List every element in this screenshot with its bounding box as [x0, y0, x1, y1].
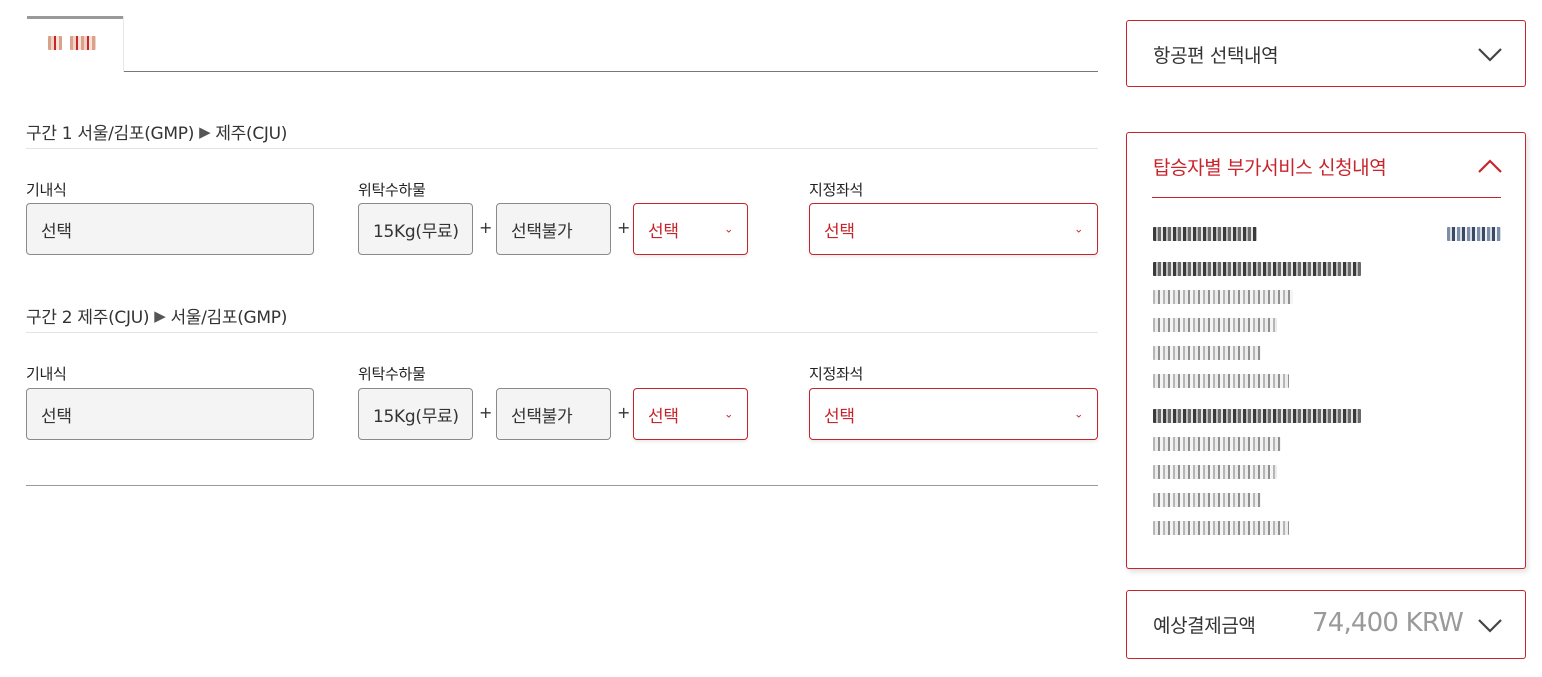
tab-active-indicator [27, 16, 124, 19]
meal-label: 기내식 [26, 365, 67, 383]
baggage-extra-value: 선택 [648, 406, 679, 427]
redacted-passenger-name [1153, 227, 1257, 241]
segment-1-origin: 구간 1 서울/김포(GMP) [26, 124, 195, 144]
segment-2-origin: 구간 2 제주(CJU) [26, 308, 150, 328]
baggage-free-allowance: 15Kg(무료) [358, 203, 473, 255]
addon-title-divider [1152, 197, 1501, 198]
tab-passenger[interactable] [48, 33, 96, 53]
redacted-service-item [1153, 290, 1293, 304]
seat-select-value: 선택 [824, 221, 855, 242]
redacted-service-item [1153, 493, 1261, 507]
meal-select[interactable]: 선택 [26, 388, 314, 440]
addon-services-title: 탑승자별 부가서비스 신청내역 [1153, 157, 1387, 179]
baggage-unavailable: 선택불가 [496, 203, 611, 255]
redacted-route-1 [1153, 262, 1361, 276]
form-bottom-divider [26, 485, 1098, 486]
plus-sign: + [479, 218, 493, 237]
segment-2-divider [26, 332, 1098, 333]
redacted-service-item [1153, 521, 1289, 535]
chevron-up-icon[interactable] [1477, 153, 1503, 179]
chevron-down-icon[interactable] [1477, 612, 1503, 638]
baggage-unavailable: 선택불가 [496, 388, 611, 440]
meal-select-value: 선택 [41, 221, 72, 242]
caret-down-icon: ⌄ [724, 222, 733, 236]
baggage-free-value: 15Kg(무료) [373, 221, 459, 242]
baggage-label: 위탁수하물 [358, 181, 426, 199]
total-amount-value: 74,400 KRW [1311, 608, 1464, 638]
baggage-extra-select[interactable]: 선택 ⌄ [633, 203, 748, 255]
plus-sign: + [617, 218, 631, 237]
addon-services-panel: 탑승자별 부가서비스 신청내역 [1126, 132, 1526, 569]
redacted-tab-label-part [48, 36, 62, 50]
flight-selection-panel[interactable]: 항공편 선택내역 [1126, 20, 1526, 87]
redacted-service-item [1153, 346, 1261, 360]
redacted-service-item [1153, 437, 1281, 451]
plus-sign: + [617, 403, 631, 422]
caret-down-icon: ⌄ [1074, 407, 1083, 421]
seat-label: 지정좌석 [809, 365, 864, 383]
flight-selection-title: 항공편 선택내역 [1153, 45, 1279, 67]
segment-2-title: 구간 2 제주(CJU) ▶ 서울/김포(GMP) [26, 303, 288, 329]
baggage-free-value: 15Kg(무료) [373, 406, 459, 427]
tab-baseline [124, 71, 1098, 72]
caret-down-icon: ⌄ [1074, 222, 1083, 236]
caret-down-icon: ⌄ [724, 407, 733, 421]
plus-sign: + [479, 403, 493, 422]
redacted-tab-label-part [70, 36, 96, 50]
total-amount-label: 예상결제금액 [1153, 615, 1256, 637]
baggage-unavailable-value: 선택불가 [511, 221, 573, 242]
seat-label: 지정좌석 [809, 181, 864, 199]
redacted-service-item [1153, 465, 1277, 479]
segment-1-destination: 제주(CJU) [215, 124, 288, 144]
meal-select[interactable]: 선택 [26, 203, 314, 255]
baggage-extra-value: 선택 [648, 221, 679, 242]
meal-select-value: 선택 [41, 406, 72, 427]
baggage-unavailable-value: 선택불가 [511, 406, 573, 427]
redacted-route-2 [1153, 409, 1361, 423]
segment-1-divider [26, 148, 1098, 149]
redacted-passenger-amount [1447, 227, 1501, 241]
chevron-down-icon[interactable] [1477, 41, 1503, 67]
segment-1-title: 구간 1 서울/김포(GMP) ▶ 제주(CJU) [26, 119, 288, 145]
baggage-extra-select[interactable]: 선택 ⌄ [633, 388, 748, 440]
route-arrow-icon: ▶ [154, 306, 166, 325]
redacted-service-item [1153, 318, 1277, 332]
seat-select-value: 선택 [824, 406, 855, 427]
redacted-service-item [1153, 374, 1289, 388]
segment-2-destination: 서울/김포(GMP) [170, 308, 288, 328]
baggage-free-allowance: 15Kg(무료) [358, 388, 473, 440]
baggage-label: 위탁수하물 [358, 365, 426, 383]
seat-select[interactable]: 선택 ⌄ [809, 388, 1098, 440]
meal-label: 기내식 [26, 181, 67, 199]
seat-select[interactable]: 선택 ⌄ [809, 203, 1098, 255]
total-amount-panel[interactable]: 예상결제금액 74,400 KRW [1126, 590, 1526, 659]
route-arrow-icon: ▶ [199, 122, 211, 141]
tab-divider [123, 16, 124, 72]
